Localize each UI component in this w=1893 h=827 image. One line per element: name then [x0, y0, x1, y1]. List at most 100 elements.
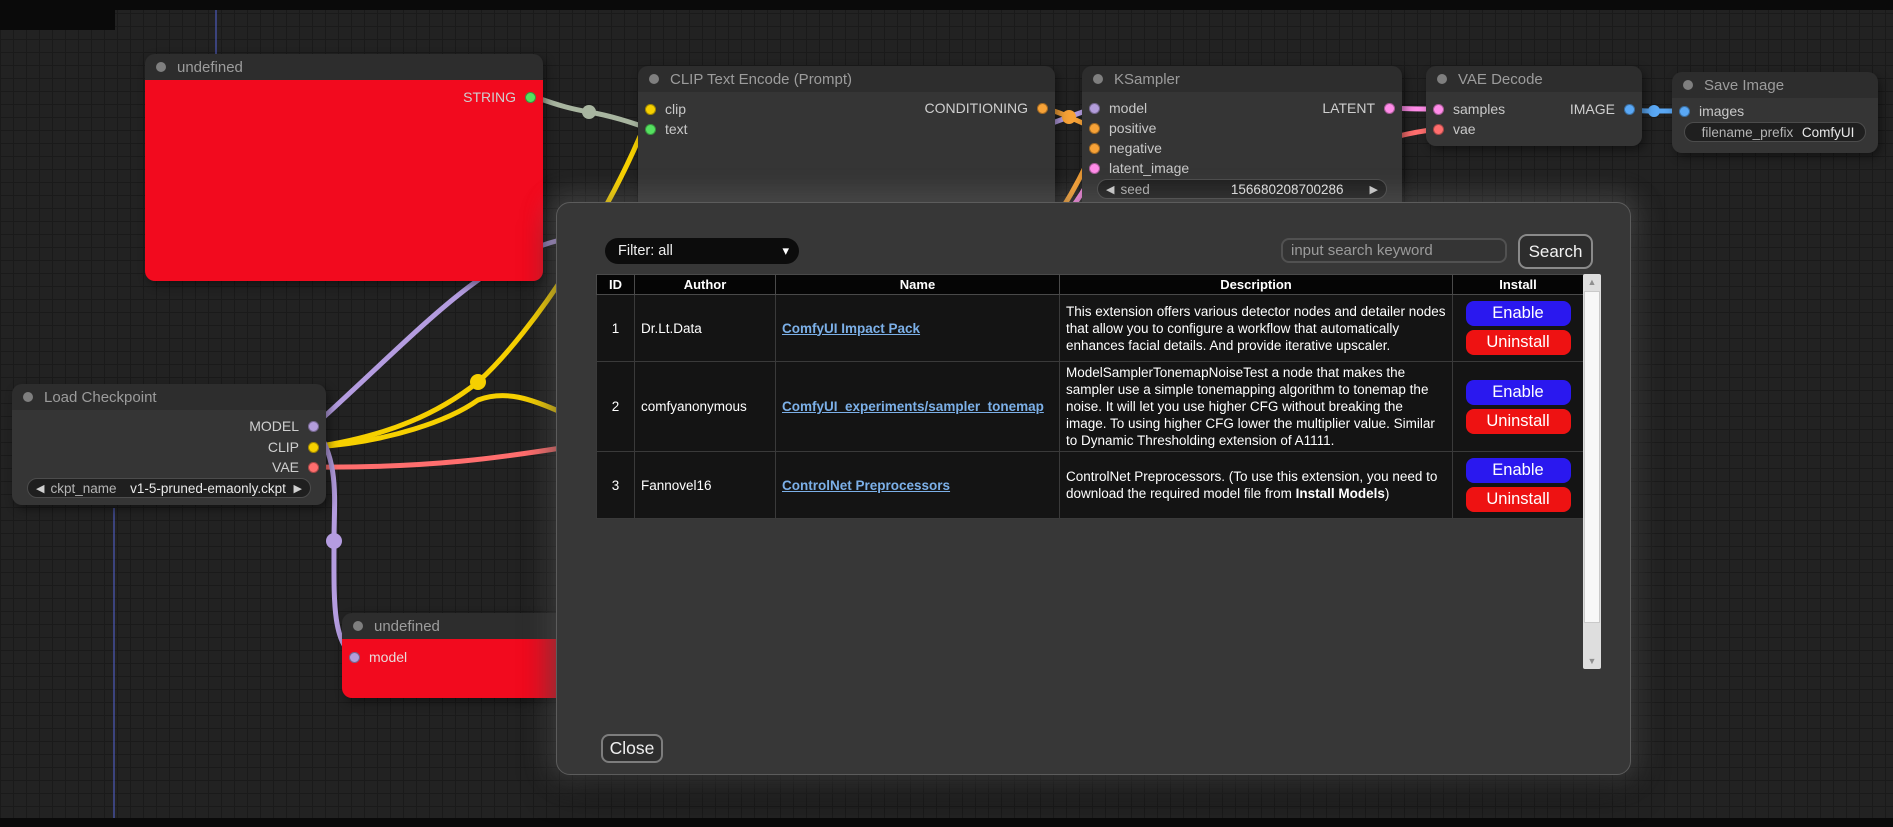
node-title-bar[interactable]: KSampler: [1082, 66, 1402, 92]
node-collapse-dot-icon[interactable]: [23, 392, 33, 402]
port-label: latent_image: [1109, 160, 1189, 176]
enable-button[interactable]: Enable: [1466, 380, 1571, 405]
uninstall-button[interactable]: Uninstall: [1466, 487, 1571, 512]
output-port-conditioning[interactable]: CONDITIONING: [925, 98, 1055, 118]
node-undefined-top[interactable]: undefined STRING: [145, 54, 543, 281]
port-dot-icon[interactable]: [1089, 143, 1100, 154]
reroute-dot-model[interactable]: [326, 533, 342, 549]
input-port-clip[interactable]: clip: [638, 99, 686, 119]
output-port-clip[interactable]: CLIP: [268, 437, 326, 457]
output-port-latent[interactable]: LATENT: [1322, 98, 1402, 118]
reroute-dot-conditioning[interactable]: [1062, 110, 1076, 124]
input-port-model[interactable]: model: [1082, 98, 1147, 118]
widget-label: seed: [1120, 182, 1149, 197]
node-title-bar[interactable]: Load Checkpoint: [12, 384, 326, 410]
table-scrollbar[interactable]: ▲ ▼: [1583, 274, 1601, 669]
port-dot-icon[interactable]: [1433, 124, 1444, 135]
scroll-down-icon[interactable]: ▼: [1583, 653, 1601, 669]
port-dot-icon[interactable]: [308, 462, 319, 473]
cell-install: Enable Uninstall: [1453, 452, 1584, 519]
port-dot-icon[interactable]: [645, 104, 656, 115]
port-label: model: [1109, 100, 1147, 116]
port-dot-icon[interactable]: [1089, 163, 1100, 174]
reroute-dot-clip[interactable]: [470, 374, 486, 390]
port-dot-icon[interactable]: [525, 92, 536, 103]
port-dot-icon[interactable]: [1679, 106, 1690, 117]
node-title: CLIP Text Encode (Prompt): [670, 71, 852, 88]
port-dot-icon[interactable]: [349, 652, 360, 663]
widget-value: v1-5-pruned-emaonly.ckpt: [130, 481, 286, 496]
node-collapse-dot-icon[interactable]: [649, 74, 659, 84]
output-port-model[interactable]: MODEL: [249, 416, 326, 436]
uninstall-button[interactable]: Uninstall: [1466, 330, 1571, 355]
port-label: STRING: [463, 89, 516, 105]
node-collapse-dot-icon[interactable]: [1437, 74, 1447, 84]
cell-description: ModelSamplerTonemapNoiseTest a node that…: [1060, 362, 1453, 452]
port-dot-icon[interactable]: [1089, 123, 1100, 134]
cell-id: 2: [597, 362, 635, 452]
port-dot-icon[interactable]: [1624, 104, 1635, 115]
node-collapse-dot-icon[interactable]: [1683, 80, 1693, 90]
node-collapse-dot-icon[interactable]: [156, 62, 166, 72]
port-dot-icon[interactable]: [1384, 103, 1395, 114]
node-title-bar[interactable]: CLIP Text Encode (Prompt): [638, 66, 1055, 92]
output-port-string[interactable]: STRING: [463, 87, 543, 107]
extension-link[interactable]: ControlNet Preprocessors: [782, 478, 950, 493]
port-label: clip: [665, 101, 686, 117]
input-port-negative[interactable]: negative: [1082, 138, 1162, 158]
port-dot-icon[interactable]: [1089, 103, 1100, 114]
input-port-latent-image[interactable]: latent_image: [1082, 158, 1189, 178]
arrow-right-icon[interactable]: ▶: [294, 482, 302, 495]
node-load-checkpoint[interactable]: Load Checkpoint MODEL CLIP VAE ◀ ckpt_na…: [12, 384, 326, 505]
node-title-bar[interactable]: undefined: [145, 54, 543, 80]
input-port-vae[interactable]: vae: [1426, 119, 1476, 139]
node-collapse-dot-icon[interactable]: [1093, 74, 1103, 84]
port-dot-icon[interactable]: [308, 442, 319, 453]
port-label: positive: [1109, 120, 1156, 136]
output-port-vae[interactable]: VAE: [272, 457, 326, 477]
input-port-model[interactable]: model: [342, 647, 407, 667]
port-label: vae: [1453, 121, 1476, 137]
scroll-up-icon[interactable]: ▲: [1583, 274, 1601, 290]
seed-widget[interactable]: ◀ seed 156680208700286 ▶: [1097, 179, 1387, 199]
node-title-bar[interactable]: undefined: [342, 613, 582, 639]
node-undefined-bottom[interactable]: undefined model: [342, 613, 582, 698]
input-port-samples[interactable]: samples: [1426, 99, 1505, 119]
input-port-positive[interactable]: positive: [1082, 118, 1156, 138]
input-port-images[interactable]: images: [1672, 101, 1744, 121]
output-port-image[interactable]: IMAGE: [1570, 99, 1642, 119]
search-button[interactable]: Search: [1518, 234, 1593, 269]
extension-link[interactable]: ComfyUI Impact Pack: [782, 321, 920, 336]
scrollbar-thumb[interactable]: [1584, 291, 1600, 623]
node-save-image[interactable]: Save Image images filename_prefix ComfyU…: [1672, 72, 1878, 153]
uninstall-button[interactable]: Uninstall: [1466, 409, 1571, 434]
node-title-bar[interactable]: Save Image: [1672, 72, 1878, 98]
enable-button[interactable]: Enable: [1466, 301, 1571, 326]
port-dot-icon[interactable]: [1037, 103, 1048, 114]
table-row: 1 Dr.Lt.Data ComfyUI Impact Pack This ex…: [597, 295, 1584, 362]
port-dot-icon[interactable]: [645, 124, 656, 135]
reroute-dot-string[interactable]: [582, 105, 596, 119]
port-dot-icon[interactable]: [1433, 104, 1444, 115]
extension-link[interactable]: ComfyUI_experiments/sampler_tonemap: [782, 399, 1044, 414]
port-label: LATENT: [1322, 100, 1375, 116]
arrow-right-icon[interactable]: ▶: [1370, 183, 1378, 196]
reroute-dot-image[interactable]: [1648, 105, 1660, 117]
node-vae-decode[interactable]: VAE Decode samples vae IMAGE: [1426, 66, 1642, 146]
header-description: Description: [1060, 275, 1453, 295]
ckpt-name-widget[interactable]: ◀ ckpt_name v1-5-pruned-emaonly.ckpt ▶: [27, 478, 311, 498]
port-dot-icon[interactable]: [308, 421, 319, 432]
port-label: IMAGE: [1570, 101, 1615, 117]
filename-prefix-widget[interactable]: filename_prefix ComfyUI: [1684, 122, 1866, 142]
close-button[interactable]: Close: [601, 734, 663, 763]
input-port-text[interactable]: text: [638, 119, 688, 139]
enable-button[interactable]: Enable: [1466, 458, 1571, 483]
comfyui-canvas[interactable]: undefined STRING CLIP Text Encode (Promp…: [0, 0, 1893, 827]
filter-select[interactable]: Filter: all ▾: [605, 238, 799, 264]
arrow-left-icon[interactable]: ◀: [36, 482, 44, 495]
chevron-down-icon: ▾: [782, 243, 789, 259]
search-input[interactable]: [1281, 238, 1507, 263]
arrow-left-icon[interactable]: ◀: [1106, 183, 1114, 196]
node-title-bar[interactable]: VAE Decode: [1426, 66, 1642, 92]
node-collapse-dot-icon[interactable]: [353, 621, 363, 631]
